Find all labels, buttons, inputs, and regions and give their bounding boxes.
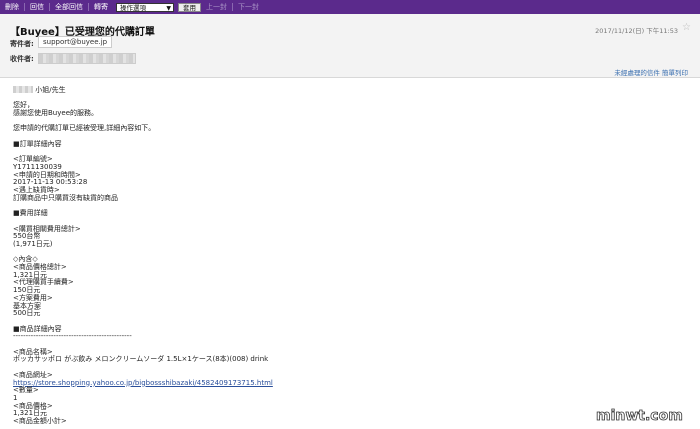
delete-button[interactable]: 刪除 xyxy=(0,0,24,14)
recipient-redacted xyxy=(38,53,136,64)
body-line: 您申請的代購訂單已經被受理,詳細內容如下。 xyxy=(13,124,156,133)
to-label: 收件者: xyxy=(10,55,34,63)
body-line: 1,321日元 xyxy=(13,409,48,418)
reply-button[interactable]: 回信 xyxy=(25,0,49,14)
body-line: 感謝您使用Buyee的服務。 xyxy=(13,109,98,118)
body-line: <購買相關費用總計> xyxy=(13,224,81,233)
next-message-button[interactable]: 下一封 xyxy=(233,0,264,14)
section-heading: ■費用詳細 xyxy=(13,209,48,218)
product-link[interactable]: https://store.shopping.yahoo.co.jp/bigbo… xyxy=(13,379,680,388)
from-value[interactable]: support@buyee.jp xyxy=(38,36,113,48)
name-redacted xyxy=(13,86,33,93)
body-line: 1,321日元 xyxy=(13,270,48,279)
apply-button[interactable]: 套用 xyxy=(178,2,201,12)
body-line: <商品價格總計> xyxy=(13,263,67,272)
body-line: <方案費用> xyxy=(13,293,53,302)
body-line: 550台幣 xyxy=(13,232,41,241)
body-line: <商品金額小計> xyxy=(13,417,67,426)
mail-toolbar: 刪除 回信 全部回信 轉寄 操作選項 ▼ 套用 上一封 下一封 xyxy=(0,0,700,14)
actions-select[interactable]: 操作選項 ▼ xyxy=(116,2,174,12)
sender-address[interactable]: support@buyee.jp xyxy=(38,36,113,48)
actions-select-value: 操作選項 xyxy=(120,3,146,12)
watermark-logo: minwt.com xyxy=(596,408,684,425)
body-line: 訂購商品中只購買沒有缺貨的商品 xyxy=(13,193,118,202)
greeting-suffix: 小姐/先生 xyxy=(35,86,66,94)
forward-button[interactable]: 轉寄 xyxy=(89,0,113,14)
body-line: <代理購買手續費> xyxy=(13,278,74,287)
body-line: 2017-11-13 00:53:28 xyxy=(13,178,88,187)
body-line: 150日元 xyxy=(13,286,41,295)
from-label: 寄件者: xyxy=(10,40,34,48)
body-line: Y1711130039 xyxy=(13,162,62,171)
chevron-down-icon: ▼ xyxy=(166,4,171,12)
message-header: 【Buyee】已受理您的代購訂單 2017/11/12(日) 下午11:53 ☆… xyxy=(0,14,700,78)
watermark-text: minwt.com xyxy=(596,408,683,424)
body-line: 1 xyxy=(13,393,18,402)
reply-all-button[interactable]: 全部回信 xyxy=(50,0,88,14)
header-links[interactable]: 未經處理的信件 簡單列印 xyxy=(614,67,688,77)
body-line: 500日元 xyxy=(13,309,41,318)
body-line: <申請的日期和時間> xyxy=(13,170,81,179)
body-line: <數量> xyxy=(13,386,39,395)
section-heading: ■訂單詳細內容 xyxy=(13,139,62,148)
body-line: ポッカサッポロ がぶ飲み メロンクリームソーダ 1.5L×1ケース(8本)(00… xyxy=(13,355,269,364)
star-icon[interactable]: ☆ xyxy=(682,22,691,33)
divider-line: ----------------------------------------… xyxy=(13,332,132,341)
body-line: <商品價格> xyxy=(13,401,53,410)
message-datetime: 2017/11/12(日) 下午11:53 xyxy=(595,27,678,35)
greeting-line: 小姐/先生 xyxy=(13,86,680,95)
body-line: 您好， xyxy=(13,101,34,110)
body-line: <訂單編號> xyxy=(13,155,53,164)
body-line: ◇內含◇ xyxy=(13,255,38,264)
prev-message-button[interactable]: 上一封 xyxy=(201,0,232,14)
message-body: 小姐/先生 您好， 感謝您使用Buyee的服務。 您申請的代購訂單已經被受理,詳… xyxy=(13,86,680,426)
body-line: 基本方案 xyxy=(13,301,41,310)
body-line: (1,971日元) xyxy=(13,239,53,248)
